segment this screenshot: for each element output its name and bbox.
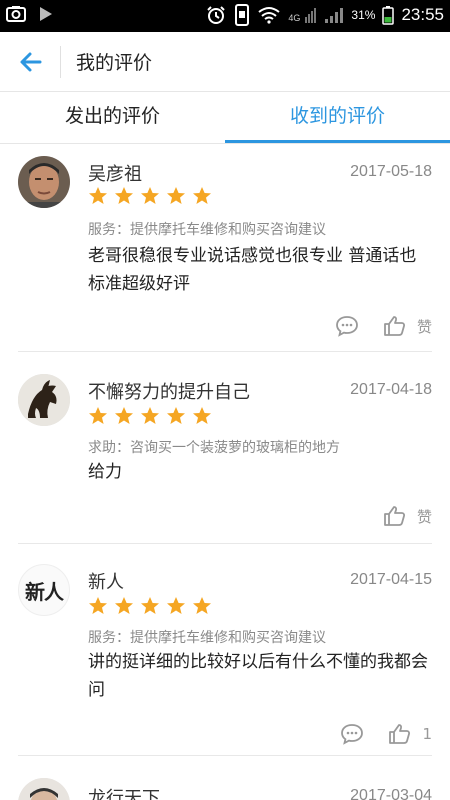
thumbs-up-icon — [384, 316, 406, 336]
tab-received-reviews[interactable]: 收到的评价 — [225, 92, 450, 144]
like-count: 1 — [422, 725, 432, 743]
star-icon — [141, 187, 159, 204]
app-bar: 我的评价 — [0, 32, 450, 92]
like-label: 赞 — [416, 507, 432, 526]
signal-4g-icon: 4G — [287, 5, 317, 25]
arrow-left-icon — [20, 52, 42, 72]
star-icon — [141, 407, 159, 424]
service-description: 求助：咨询买一个装菠萝的玻璃柜的地方 — [88, 440, 340, 456]
review-date: 2017-04-18 — [350, 381, 432, 398]
avatar[interactable] — [18, 778, 70, 800]
wifi-icon — [258, 7, 281, 24]
comment-button[interactable] — [340, 722, 364, 746]
review-item: 新人 新人 2017-04-15 服务：提供摩托车维修和购买咨询建议 讲的挺详细… — [0, 544, 450, 756]
like-button[interactable]: 赞 — [383, 504, 432, 528]
star-icon — [167, 407, 185, 424]
like-button[interactable]: 赞 — [383, 314, 432, 338]
avatar[interactable] — [18, 374, 70, 426]
star-icon — [115, 597, 133, 614]
play-icon — [40, 7, 52, 21]
star-icon — [167, 597, 185, 614]
star-icon — [141, 597, 159, 614]
star-icon — [89, 597, 107, 614]
network-type: 4G — [288, 13, 301, 23]
phone-vibrate-icon — [235, 4, 250, 26]
comment-icon — [336, 316, 358, 337]
star-rating — [88, 406, 212, 426]
review-comment: 讲的挺详细的比较好以后有什么不懂的我都会问 — [88, 652, 428, 700]
star-icon — [115, 407, 133, 424]
thumbs-up-icon — [389, 724, 411, 744]
status-bar: 4G 31% 23:55 — [0, 0, 450, 32]
star-icon — [89, 407, 107, 424]
reviewer-name: 不懈努力的提升自己 — [88, 382, 250, 403]
like-button[interactable]: 1 — [388, 722, 432, 746]
star-icon — [193, 407, 211, 424]
review-date: 2017-03-04 — [350, 787, 432, 800]
active-tab-indicator — [225, 140, 450, 143]
star-icon — [193, 597, 211, 614]
tab-sent-reviews[interactable]: 发出的评价 — [0, 92, 225, 144]
review-actions: 1 — [340, 722, 432, 746]
comment-icon — [341, 724, 364, 745]
star-icon — [115, 187, 133, 204]
like-label: 赞 — [416, 317, 432, 336]
avatar[interactable] — [18, 156, 70, 208]
review-item: 吴彦祖 2017-05-18 服务：提供摩托车维修和购买咨询建议 老哥很稳很专业… — [0, 146, 450, 352]
screenshot-icon — [6, 6, 26, 22]
review-item: 不懈努力的提升自己 2017-04-18 求助：咨询买一个装菠萝的玻璃柜的地方 … — [0, 352, 450, 544]
reviewer-name: 龙行天下 — [88, 788, 160, 800]
review-comment: 给力 — [88, 462, 122, 482]
review-actions: 赞 — [383, 504, 432, 528]
star-rating — [88, 186, 212, 206]
page-title: 我的评价 — [76, 52, 153, 74]
reviewer-name: 吴彦祖 — [88, 164, 142, 185]
back-button[interactable] — [16, 47, 46, 77]
avatar-text: 新人 — [25, 579, 64, 604]
battery-icon — [382, 6, 395, 25]
review-comment: 老哥很稳很专业说话感觉也很专业 普通话也标准超级好评 — [88, 246, 417, 294]
star-icon — [167, 187, 185, 204]
battery-percent: 31% — [351, 8, 376, 22]
thumbs-up-icon — [384, 506, 406, 526]
avatar[interactable]: 新人 — [18, 564, 70, 616]
signal-icon — [325, 8, 344, 23]
reviewer-name: 新人 — [88, 572, 124, 593]
tab-bar: 发出的评价 收到的评价 — [0, 92, 450, 144]
clock-time: 23:55 — [401, 5, 444, 24]
service-description: 服务：提供摩托车维修和购买咨询建议 — [88, 222, 326, 238]
review-actions: 赞 — [335, 314, 432, 338]
star-icon — [193, 187, 211, 204]
review-date: 2017-04-15 — [350, 571, 432, 588]
service-description: 服务：提供摩托车维修和购买咨询建议 — [88, 630, 326, 646]
star-rating — [88, 596, 212, 616]
review-item: 龙行天下 2017-03-04 — [0, 756, 450, 800]
appbar-divider — [60, 46, 61, 78]
alarm-icon — [207, 6, 226, 24]
review-date: 2017-05-18 — [350, 163, 432, 180]
comment-button[interactable] — [335, 314, 359, 338]
star-icon — [89, 187, 107, 204]
